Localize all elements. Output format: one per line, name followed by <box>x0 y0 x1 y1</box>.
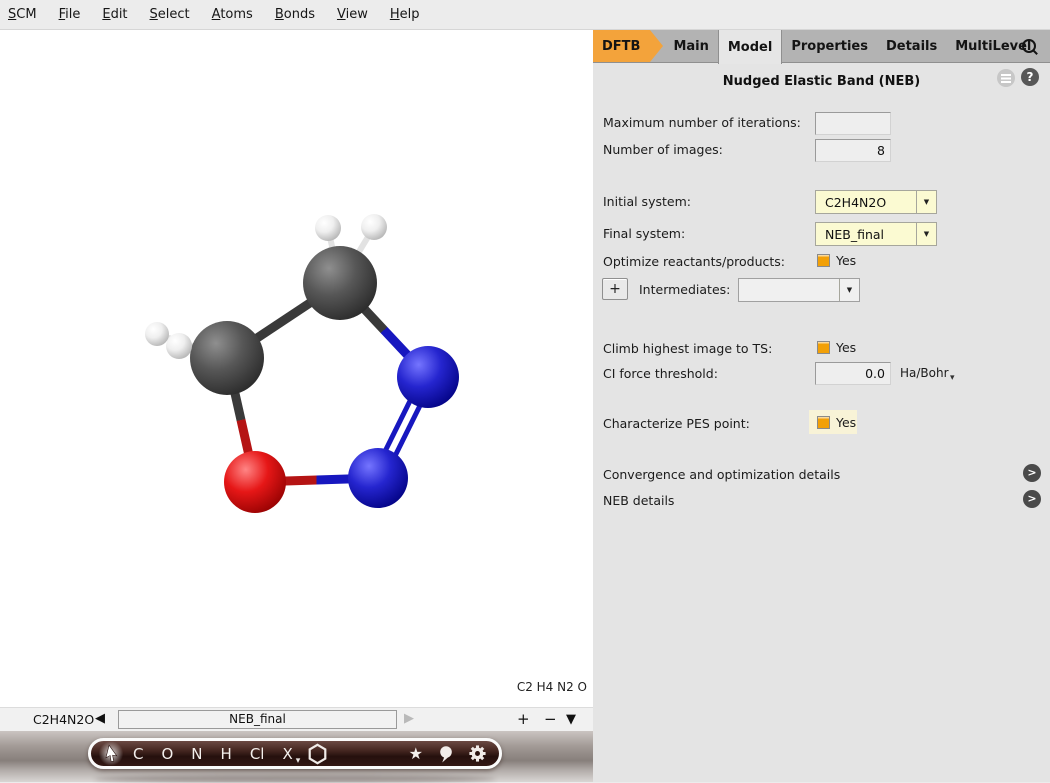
unit-dropdown-caret-icon[interactable] <box>950 365 955 384</box>
atom-C[interactable] <box>303 246 377 320</box>
element-h-button[interactable]: H <box>221 745 232 763</box>
optimize-reactants-checkbox[interactable] <box>817 254 830 267</box>
menu-file[interactable]: File <box>48 7 92 22</box>
system-menu-caret-icon[interactable] <box>566 712 576 727</box>
gear-icon[interactable] <box>468 744 487 763</box>
characterize-pes-checkbox[interactable] <box>817 416 830 429</box>
climb-highest-checkbox[interactable] <box>817 341 830 354</box>
initial-system-label: Initial system: <box>603 194 691 210</box>
input-panel: DFTB Main Model Properties Details Multi… <box>593 30 1050 782</box>
atom-H[interactable] <box>315 215 341 241</box>
chevron-down-icon[interactable] <box>916 191 936 213</box>
atom-N[interactable] <box>348 448 408 508</box>
search-icon[interactable] <box>1021 38 1039 56</box>
characterize-pes-label: Characterize PES point: <box>603 416 750 432</box>
atom-O[interactable] <box>224 451 286 513</box>
toolbar-strip: C O N H Cl X <box>0 731 593 782</box>
atom-N[interactable] <box>397 346 459 408</box>
climb-highest-value: Yes <box>836 340 856 355</box>
ams-input-window: SCM File Edit Select Atoms Bonds View He… <box>0 0 1050 782</box>
panel-content: Nudged Elastic Band (NEB) Maximum number… <box>593 63 1050 782</box>
menu-scm[interactable]: SCM <box>0 7 48 22</box>
menu-view[interactable]: View <box>326 7 379 22</box>
convergence-details-chevron-icon[interactable] <box>1023 464 1041 482</box>
element-cl-button[interactable]: Cl <box>250 745 265 763</box>
ci-force-threshold-unit[interactable]: Ha/Bohr <box>900 366 949 380</box>
cursor-tool-icon[interactable] <box>98 741 124 766</box>
intermediates-dropdown[interactable] <box>738 278 860 302</box>
ci-force-threshold-input[interactable] <box>815 362 891 385</box>
initial-system-value: C2H4N2O <box>816 191 916 213</box>
chevron-down-icon[interactable] <box>839 279 859 301</box>
element-n-button[interactable]: N <box>191 745 202 763</box>
menu-select[interactable]: Select <box>139 7 201 22</box>
max-iterations-input[interactable] <box>815 112 891 135</box>
tab-bar: DFTB Main Model Properties Details Multi… <box>593 30 1050 63</box>
tab-main[interactable]: Main <box>664 30 717 62</box>
atom-C[interactable] <box>190 321 264 395</box>
atom-H[interactable] <box>361 214 387 240</box>
tab-properties[interactable]: Properties <box>782 30 877 62</box>
panel-menu-icon[interactable] <box>997 69 1015 87</box>
panel-title: Nudged Elastic Band (NEB) <box>593 74 1050 89</box>
final-system-label: Final system: <box>603 226 685 242</box>
neb-details-link[interactable]: NEB details <box>603 493 674 508</box>
structure-tool-icon[interactable] <box>307 743 328 765</box>
neb-details-chevron-icon[interactable] <box>1023 490 1041 508</box>
menu-help[interactable]: Help <box>379 7 431 22</box>
next-system-icon <box>404 711 414 726</box>
menu-bar: SCM File Edit Select Atoms Bonds View He… <box>0 0 1050 30</box>
optimize-reactants-label: Optimize reactants/products: <box>603 254 785 270</box>
element-o-button[interactable]: O <box>161 745 173 763</box>
chevron-down-icon[interactable] <box>916 223 936 245</box>
climb-highest-label: Climb highest image to TS: <box>603 341 772 357</box>
num-images-input[interactable] <box>815 139 891 162</box>
system-name-label: C2H4N2O <box>33 712 94 727</box>
molecule-canvas[interactable] <box>0 30 593 707</box>
max-iterations-label: Maximum number of iterations: <box>603 115 801 131</box>
element-x-button[interactable]: X <box>282 745 292 763</box>
current-system-field[interactable]: NEB_final <box>118 710 397 729</box>
menu-bonds[interactable]: Bonds <box>264 7 326 22</box>
molecular-formula: C2 H4 N2 O <box>517 680 587 694</box>
atom-H[interactable] <box>145 322 169 346</box>
molecule-viewer[interactable]: C2 H4 N2 O <box>0 30 593 707</box>
add-intermediate-button[interactable] <box>602 278 628 300</box>
num-images-label: Number of images: <box>603 142 723 158</box>
element-c-button[interactable]: C <box>133 745 143 763</box>
viewer-bottom-bar: C2H4N2O NEB_final <box>0 707 593 731</box>
optimize-reactants-value: Yes <box>836 253 856 268</box>
ci-force-threshold-label: CI force threshold: <box>603 366 718 382</box>
element-x-caret-icon[interactable] <box>296 748 301 767</box>
intermediates-value <box>739 279 839 301</box>
balloon-tool-icon[interactable] <box>438 745 454 763</box>
tab-dftb[interactable]: DFTB <box>593 30 650 62</box>
help-icon[interactable] <box>1021 68 1039 86</box>
remove-system-icon[interactable] <box>544 710 557 728</box>
final-system-value: NEB_final <box>816 223 916 245</box>
intermediates-label: Intermediates: <box>639 282 730 298</box>
favorites-star-icon[interactable] <box>409 744 423 763</box>
initial-system-dropdown[interactable]: C2H4N2O <box>815 190 937 214</box>
menu-edit[interactable]: Edit <box>91 7 138 22</box>
prev-system-icon[interactable] <box>95 711 105 726</box>
convergence-details-link[interactable]: Convergence and optimization details <box>603 467 840 482</box>
characterize-pes-value: Yes <box>836 415 856 430</box>
menu-atoms[interactable]: Atoms <box>201 7 264 22</box>
tab-details[interactable]: Details <box>877 30 946 62</box>
add-system-icon[interactable] <box>517 710 530 728</box>
final-system-dropdown[interactable]: NEB_final <box>815 222 937 246</box>
atom-H[interactable] <box>166 333 192 359</box>
element-toolbar: C O N H Cl X <box>88 738 502 769</box>
tab-model[interactable]: Model <box>718 30 782 64</box>
